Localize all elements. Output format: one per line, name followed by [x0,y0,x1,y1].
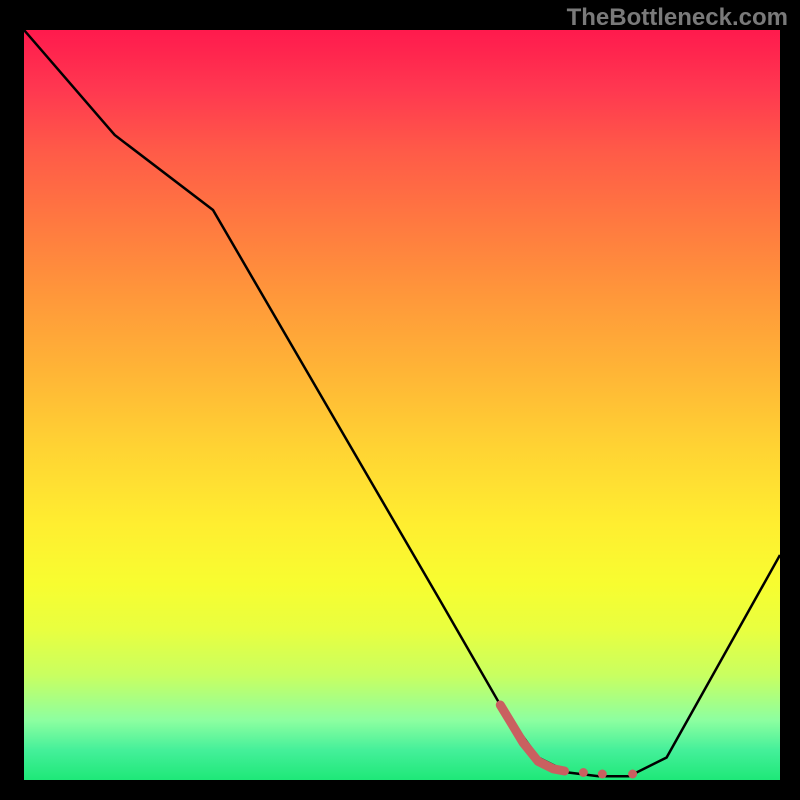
chart-svg [24,30,780,780]
marker-dot [598,770,607,779]
marker-dot [628,770,637,779]
optimal-range-marker [500,705,564,771]
watermark-text: TheBottleneck.com [567,4,788,32]
plot-area [24,30,780,780]
bottleneck-curve [24,30,780,776]
marker-dot [579,768,588,777]
